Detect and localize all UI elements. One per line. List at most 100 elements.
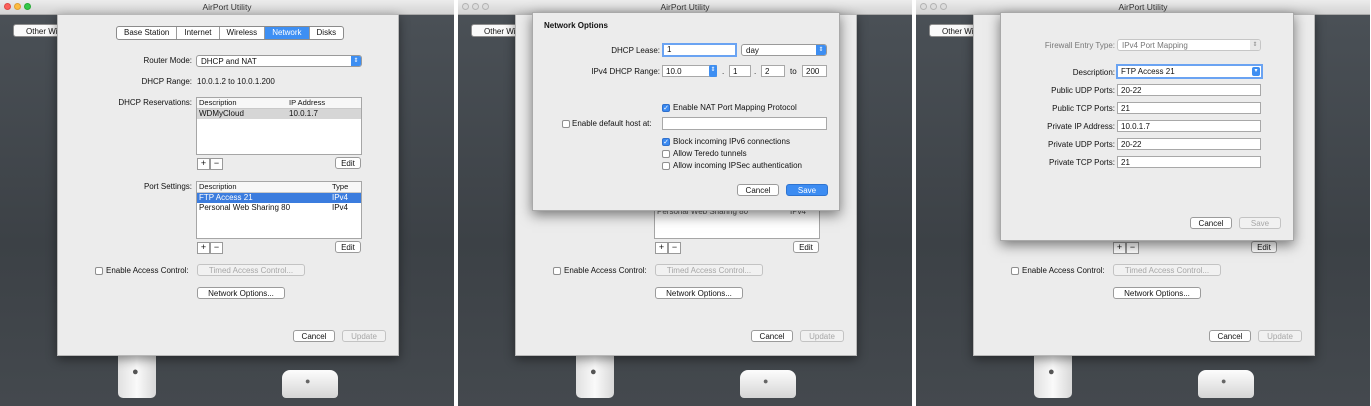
airport-extreme-device-icon[interactable]: ● — [1198, 370, 1254, 398]
save-button[interactable]: Save — [1239, 217, 1281, 229]
window-controls — [920, 3, 947, 10]
firewall-entry-dialog: Firewall Entry Type: IPv4 Port Mapping ⇕… — [1000, 12, 1294, 241]
apple-logo-icon: ● — [763, 376, 769, 386]
remove-reservation-button[interactable]: − — [210, 158, 223, 170]
column-header-ip-address[interactable]: IP Address — [289, 98, 325, 108]
access-control-checkbox[interactable] — [1011, 267, 1019, 275]
router-mode-label: Router Mode: — [143, 56, 192, 65]
column-header-type[interactable]: Type — [332, 182, 348, 192]
column-header-description[interactable]: Description — [199, 182, 237, 192]
cancel-button[interactable]: Cancel — [737, 184, 779, 196]
port-settings-table[interactable]: Description Type FTP Access 21 IPv4 Pers… — [196, 181, 362, 239]
edit-port-button[interactable]: Edit — [335, 241, 361, 253]
default-host-field[interactable] — [662, 117, 827, 130]
update-button[interactable]: Update — [800, 330, 844, 342]
table-row[interactable]: Personal Web Sharing 80 IPv4 — [197, 203, 361, 213]
table-header: Description Type — [197, 182, 361, 193]
cancel-button[interactable]: Cancel — [293, 330, 335, 342]
router-mode-popup[interactable]: DHCP and NAT ⇕ — [196, 55, 362, 67]
save-button[interactable]: Save — [786, 184, 828, 196]
reservations-add-remove: + − — [197, 158, 223, 170]
cancel-button[interactable]: Cancel — [1209, 330, 1251, 342]
edit-port-button[interactable]: Edit — [1251, 241, 1277, 253]
remove-port-button[interactable]: − — [210, 242, 223, 254]
window-title: AirPort Utility — [1118, 2, 1168, 12]
tab-internet[interactable]: Internet — [177, 27, 220, 39]
column-header-description[interactable]: Description — [199, 98, 237, 108]
tab-wireless[interactable]: Wireless — [220, 27, 266, 39]
tab-disks[interactable]: Disks — [310, 27, 344, 39]
teredo-label: Allow Teredo tunnels — [673, 149, 747, 158]
private-udp-label: Private UDP Ports: — [1048, 140, 1115, 149]
add-reservation-button[interactable]: + — [197, 158, 210, 170]
ipv4-range-end-field[interactable]: 200 — [802, 65, 827, 77]
table-row[interactable]: FTP Access 21 IPv4 — [197, 193, 361, 203]
port-description: Personal Web Sharing 80 — [199, 203, 291, 212]
description-label: Description: — [1072, 68, 1115, 77]
dhcp-reservations-table[interactable]: Description IP Address WDMyCloud 10.0.1.… — [196, 97, 362, 155]
edit-port-button[interactable]: Edit — [793, 241, 819, 253]
access-control-checkbox[interactable] — [95, 267, 103, 275]
reservation-description: WDMyCloud — [199, 109, 244, 118]
default-host-checkbox[interactable] — [562, 120, 570, 128]
dhcp-lease-unit-popup[interactable]: day ⇕ — [741, 44, 827, 56]
network-options-button[interactable]: Network Options... — [197, 287, 285, 299]
ports-add-remove: + − — [197, 242, 223, 254]
network-options-button[interactable]: Network Options... — [655, 287, 743, 299]
dhcp-lease-unit-value: day — [746, 46, 759, 55]
ipv4-octet-2-field[interactable]: 1 — [729, 65, 751, 77]
table-row[interactable]: WDMyCloud 10.0.1.7 — [197, 109, 361, 119]
update-button[interactable]: Update — [342, 330, 386, 342]
ipv4-range-to-label: to — [790, 67, 797, 76]
network-options-button[interactable]: Network Options... — [1113, 287, 1201, 299]
ipv4-octet-3-field[interactable]: 2 — [761, 65, 785, 77]
ipsec-checkbox[interactable] — [662, 162, 670, 170]
port-settings-label: Port Settings: — [143, 182, 192, 191]
teredo-checkbox[interactable] — [662, 150, 670, 158]
window-title: AirPort Utility — [202, 2, 252, 12]
close-window-button[interactable] — [920, 3, 927, 10]
nat-pmp-checkbox[interactable]: ✓ — [662, 104, 670, 112]
private-ip-field[interactable]: 10.0.1.7 — [1117, 120, 1261, 132]
minimize-window-button[interactable] — [14, 3, 21, 10]
airport-extreme-device-icon[interactable]: ● — [740, 370, 796, 398]
timed-access-control-button[interactable]: Timed Access Control... — [655, 264, 763, 276]
description-field[interactable]: FTP Access 21 ▾ — [1116, 64, 1263, 79]
update-button[interactable]: Update — [1258, 330, 1302, 342]
minimize-window-button[interactable] — [930, 3, 937, 10]
ipv4-prefix-stepper[interactable]: ⇕ — [709, 65, 717, 77]
firewall-entry-type-value: IPv4 Port Mapping — [1122, 41, 1188, 50]
access-control-checkbox[interactable] — [553, 267, 561, 275]
timed-access-control-button[interactable]: Timed Access Control... — [1113, 264, 1221, 276]
add-port-button[interactable]: + — [655, 242, 668, 254]
port-description: FTP Access 21 — [199, 193, 253, 202]
private-udp-field[interactable]: 20-22 — [1117, 138, 1261, 150]
close-window-button[interactable] — [4, 3, 11, 10]
minimize-window-button[interactable] — [472, 3, 479, 10]
tab-base-station[interactable]: Base Station — [117, 27, 178, 39]
remove-port-button[interactable]: − — [1126, 242, 1139, 254]
add-port-button[interactable]: + — [197, 242, 210, 254]
private-tcp-field[interactable]: 21 — [1117, 156, 1261, 168]
timed-access-control-button[interactable]: Timed Access Control... — [197, 264, 305, 276]
network-options-dialog: Network Options DHCP Lease: 1 day ⇕ IPv4… — [532, 12, 840, 211]
cancel-button[interactable]: Cancel — [751, 330, 793, 342]
tab-network[interactable]: Network — [265, 27, 310, 39]
cancel-button[interactable]: Cancel — [1190, 217, 1232, 229]
add-port-button[interactable]: + — [1113, 242, 1126, 254]
remove-port-button[interactable]: − — [668, 242, 681, 254]
firewall-entry-type-popup[interactable]: IPv4 Port Mapping ⇕ — [1117, 39, 1261, 51]
edit-reservation-button[interactable]: Edit — [335, 157, 361, 169]
public-udp-field[interactable]: 20-22 — [1117, 84, 1261, 96]
block-ipv6-checkbox[interactable]: ✓ — [662, 138, 670, 146]
zoom-window-button[interactable] — [24, 3, 31, 10]
public-tcp-field[interactable]: 21 — [1117, 102, 1261, 114]
airport-extreme-device-icon[interactable]: ● — [282, 370, 338, 398]
dhcp-lease-field[interactable]: 1 — [662, 43, 737, 57]
airport-window-network-tab: AirPort Utility Other Wi-Fi Devices ● ● … — [0, 0, 454, 406]
close-window-button[interactable] — [462, 3, 469, 10]
zoom-window-button[interactable] — [940, 3, 947, 10]
zoom-window-button[interactable] — [482, 3, 489, 10]
port-settings-table[interactable]: Personal Web Sharing 80 IPv4 — [654, 209, 820, 239]
chevron-down-icon[interactable]: ▾ — [1252, 67, 1260, 76]
